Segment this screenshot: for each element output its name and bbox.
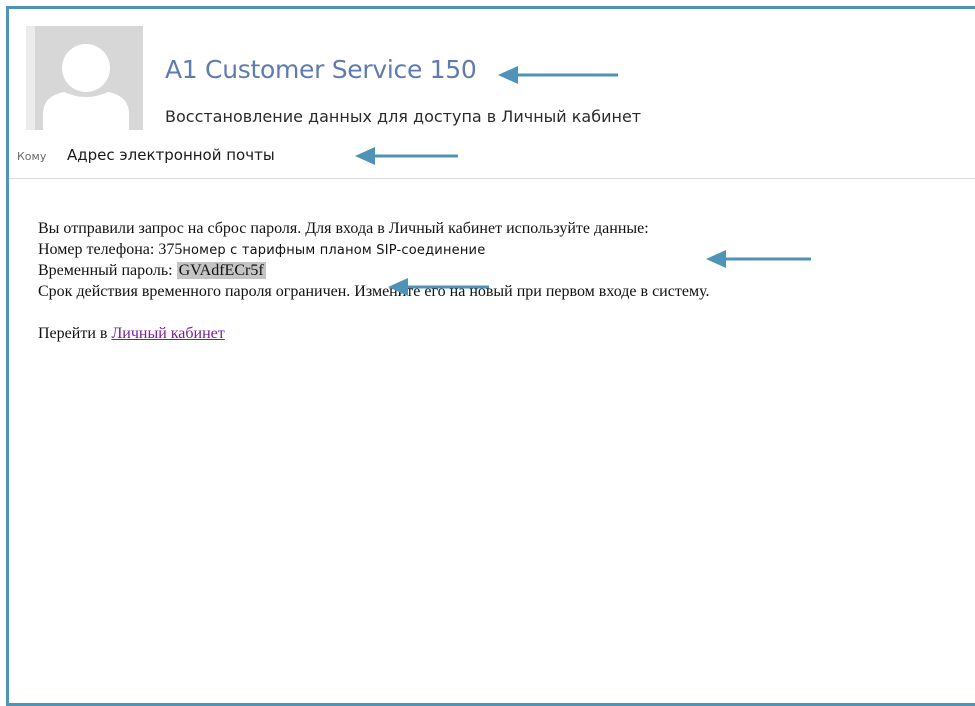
body-line-phone: Номер телефона: 375номер с тарифным план… [38, 239, 975, 260]
header-divider [9, 178, 975, 179]
temporary-password[interactable]: GVAdfECr5f [176, 262, 266, 279]
arrow-icon-phone [706, 250, 811, 268]
sender-name: A1 Customer Service 150 [165, 55, 477, 84]
email-body: Вы отправили запрос на сброс пароля. Для… [38, 218, 975, 344]
phone-note: номер с тарифным планом SIP-соединение [182, 243, 486, 258]
body-line-password: Временный пароль: GVAdfECr5f [38, 260, 975, 281]
body-line-request: Вы отправили запрос на сброс пароля. Для… [38, 220, 649, 237]
email-subject: Восстановление данных для доступа в Личн… [165, 107, 642, 126]
person-icon [43, 44, 129, 130]
goto-prefix: Перейти в [38, 325, 112, 342]
body-line-goto: Перейти в Личный кабинет [38, 323, 975, 344]
password-label: Временный пароль: [38, 262, 177, 279]
body-line-expiry: Срок действия временного пароля ограниче… [38, 283, 710, 300]
arrow-icon-sender [498, 66, 618, 84]
phone-label: Номер телефона: 375 [38, 241, 183, 258]
sender-avatar [26, 26, 143, 130]
recipient-address[interactable]: Адрес электронной почты [67, 146, 275, 164]
arrow-icon-recipient [355, 147, 458, 165]
arrow-icon-password [388, 278, 489, 296]
cabinet-link[interactable]: Личный кабинет [111, 325, 224, 342]
to-label: Кому [17, 150, 47, 163]
